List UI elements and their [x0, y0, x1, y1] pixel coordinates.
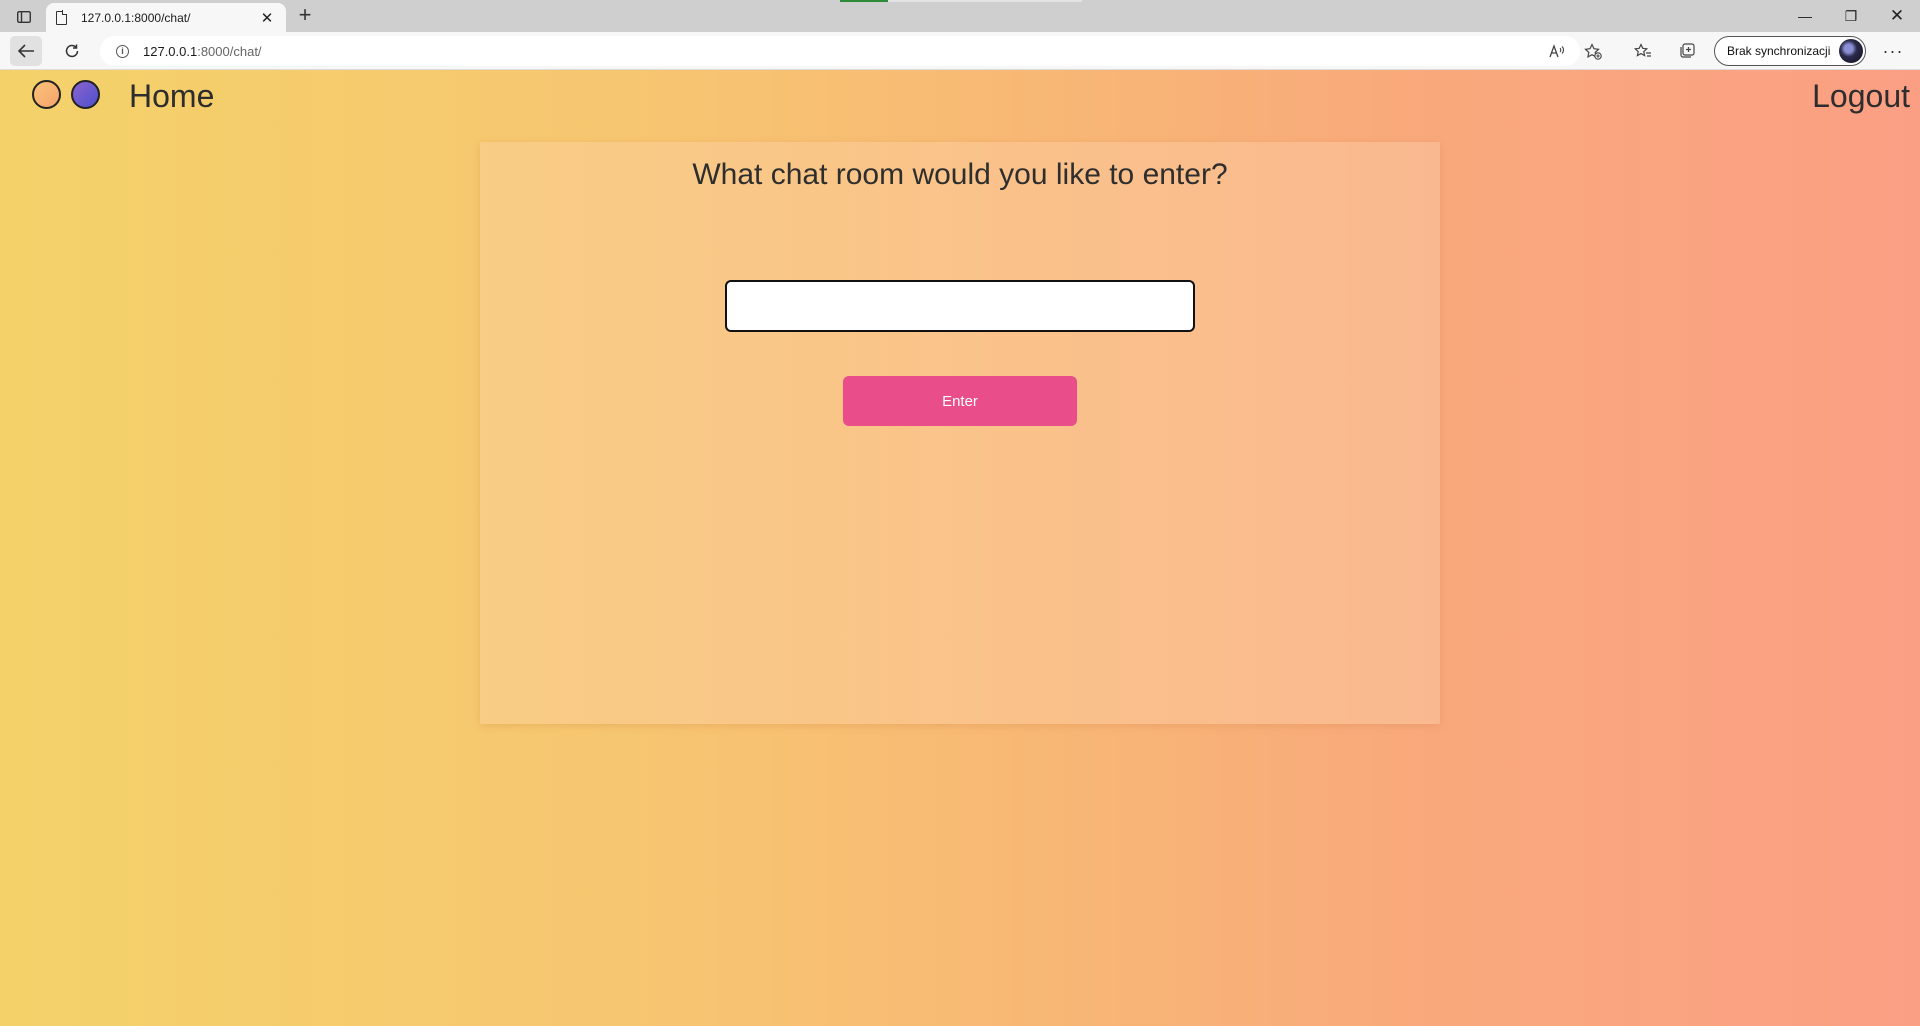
collections-icon[interactable] — [1676, 40, 1698, 62]
read-aloud-icon[interactable] — [1546, 40, 1568, 62]
tab-title: 127.0.0.1:8000/chat/ — [81, 10, 191, 25]
chat-room-card: What chat room would you like to enter? … — [480, 142, 1440, 724]
room-name-input[interactable] — [725, 280, 1195, 332]
page-viewport: Home Logout What chat room would you lik… — [0, 70, 1920, 1026]
add-favorite-icon[interactable] — [1582, 40, 1604, 62]
back-icon[interactable] — [10, 36, 42, 66]
avatar — [1839, 39, 1863, 63]
page-title: What chat room would you like to enter? — [692, 158, 1228, 191]
loading-track — [888, 0, 1082, 2]
browser-tab[interactable]: 127.0.0.1:8000/chat/ ✕ — [46, 3, 286, 32]
loading-indicator — [840, 0, 888, 2]
profile-button[interactable]: Brak synchronizacji — [1714, 36, 1866, 66]
home-link[interactable]: Home — [129, 78, 214, 115]
enter-button[interactable]: Enter — [843, 376, 1077, 426]
info-icon[interactable]: i — [116, 44, 129, 58]
more-options-icon[interactable]: ··· — [1882, 40, 1904, 62]
browser-tab-bar: 127.0.0.1:8000/chat/ ✕ + — ❐ ✕ — [0, 0, 1920, 32]
logout-link[interactable]: Logout — [1812, 78, 1910, 115]
url-text: 127.0.0.1:8000/chat/ — [143, 43, 262, 59]
site-logo — [32, 80, 100, 109]
logo-circle-orange — [32, 80, 61, 109]
minimize-icon[interactable]: — — [1782, 0, 1828, 32]
close-window-icon[interactable]: ✕ — [1874, 0, 1920, 32]
browser-toolbar: i 127.0.0.1:8000/chat/ Brak synchronizac… — [0, 32, 1920, 70]
profile-label: Brak synchronizacji — [1727, 44, 1831, 58]
page-icon — [56, 10, 68, 25]
logo-circle-purple — [71, 80, 100, 109]
address-field[interactable]: i 127.0.0.1:8000/chat/ — [100, 36, 1580, 66]
favorites-icon[interactable] — [1632, 40, 1654, 62]
reload-icon[interactable] — [56, 36, 88, 66]
tab-close-icon[interactable]: ✕ — [258, 9, 276, 27]
site-navbar: Home Logout — [0, 70, 1920, 126]
tab-actions-icon[interactable] — [10, 6, 38, 28]
new-tab-icon[interactable]: + — [294, 4, 316, 26]
restore-icon[interactable]: ❐ — [1828, 0, 1874, 32]
